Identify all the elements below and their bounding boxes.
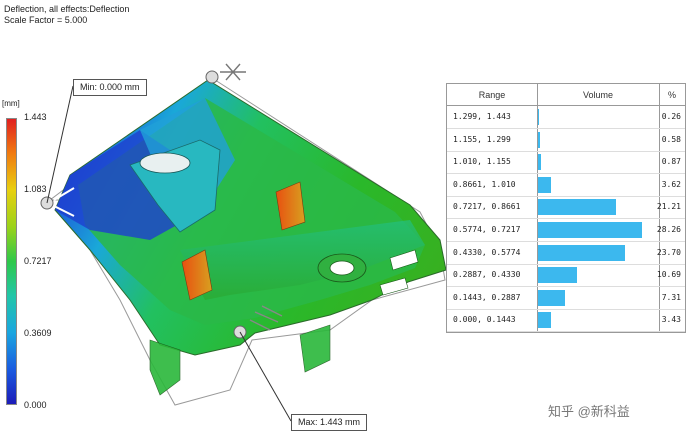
- range-label: 1.010, 1.155: [453, 157, 511, 167]
- percent-value: 0.87: [661, 157, 681, 167]
- volume-bar: [538, 222, 642, 238]
- range-label: 0.4330, 0.5774: [453, 247, 521, 257]
- percent-column-header: %: [659, 84, 685, 106]
- percent-value: 28.26: [656, 225, 681, 234]
- range-label: 0.1443, 0.2887: [453, 292, 521, 302]
- volume-histogram-panel: Range Volume % 1.299, 1.443 0.26 1.155, 1.…: [446, 83, 686, 333]
- volume-bar: [538, 199, 617, 216]
- percent-value: 0.26: [661, 112, 681, 121]
- histogram-row: 0.7217, 0.8661 21.21: [447, 196, 685, 220]
- percent-value: 23.70: [656, 247, 681, 257]
- percent-value: 21.21: [656, 202, 681, 212]
- volume-column-header: Volume: [537, 84, 659, 106]
- range-label: 1.299, 1.443: [453, 112, 511, 121]
- histogram-row: 0.1443, 0.2887 7.31: [447, 287, 685, 310]
- volume-bar: [538, 312, 551, 329]
- volume-bar: [538, 267, 578, 284]
- watermark: 知乎 @新科益: [548, 404, 630, 419]
- volume-bar: [538, 289, 565, 306]
- range-label: 0.8661, 1.010: [453, 179, 516, 189]
- percent-value: 10.69: [656, 270, 681, 280]
- legend-tick: 0.7217: [24, 256, 52, 266]
- histogram-row: 0.000, 0.1443 3.43: [447, 309, 685, 333]
- histogram-row: 1.010, 1.155 0.87: [447, 151, 685, 175]
- percent-value: 3.43: [661, 315, 681, 325]
- volume-bar: [538, 244, 626, 261]
- max-value-callout: Max: 1.443 mm: [291, 414, 368, 431]
- range-label: 0.2887, 0.4330: [453, 270, 521, 280]
- max-leader-line: [239, 331, 292, 422]
- legend-tick: 0.000: [24, 400, 47, 410]
- histogram-row: 1.155, 1.299 0.58: [447, 129, 685, 152]
- volume-bar: [538, 176, 552, 193]
- range-label: 0.7217, 0.8661: [453, 202, 521, 212]
- range-label: 0.5774, 0.7217: [453, 225, 521, 234]
- range-label: 0.000, 0.1443: [453, 315, 516, 325]
- range-column-header: Range: [447, 84, 537, 106]
- histogram-row: 0.8661, 1.010 3.62: [447, 174, 685, 197]
- volume-bar: [538, 131, 541, 148]
- volume-bar: [538, 109, 539, 125]
- color-legend-bar: [6, 118, 17, 405]
- legend-unit: [mm]: [2, 99, 20, 108]
- min-value-callout: Min: 0.000 mm: [73, 79, 147, 96]
- histogram-row: 1.299, 1.443 0.26: [447, 106, 685, 129]
- range-label: 1.155, 1.299: [453, 134, 511, 144]
- volume-bar: [538, 154, 542, 171]
- constraint-marker-top[interactable]: [205, 63, 246, 84]
- percent-value: 0.58: [661, 134, 681, 144]
- percent-value: 3.62: [661, 179, 681, 189]
- histogram-row: 0.4330, 0.5774 23.70: [447, 242, 685, 265]
- legend-tick: 1.083: [24, 184, 47, 194]
- legend-tick: 1.443: [24, 112, 47, 122]
- part-model: [48, 77, 447, 406]
- histogram-row: 0.5774, 0.7217 28.26: [447, 219, 685, 242]
- legend-tick: 0.3609: [24, 328, 52, 338]
- percent-value: 7.31: [661, 292, 681, 302]
- histogram-row: 0.2887, 0.4330 10.69: [447, 264, 685, 288]
